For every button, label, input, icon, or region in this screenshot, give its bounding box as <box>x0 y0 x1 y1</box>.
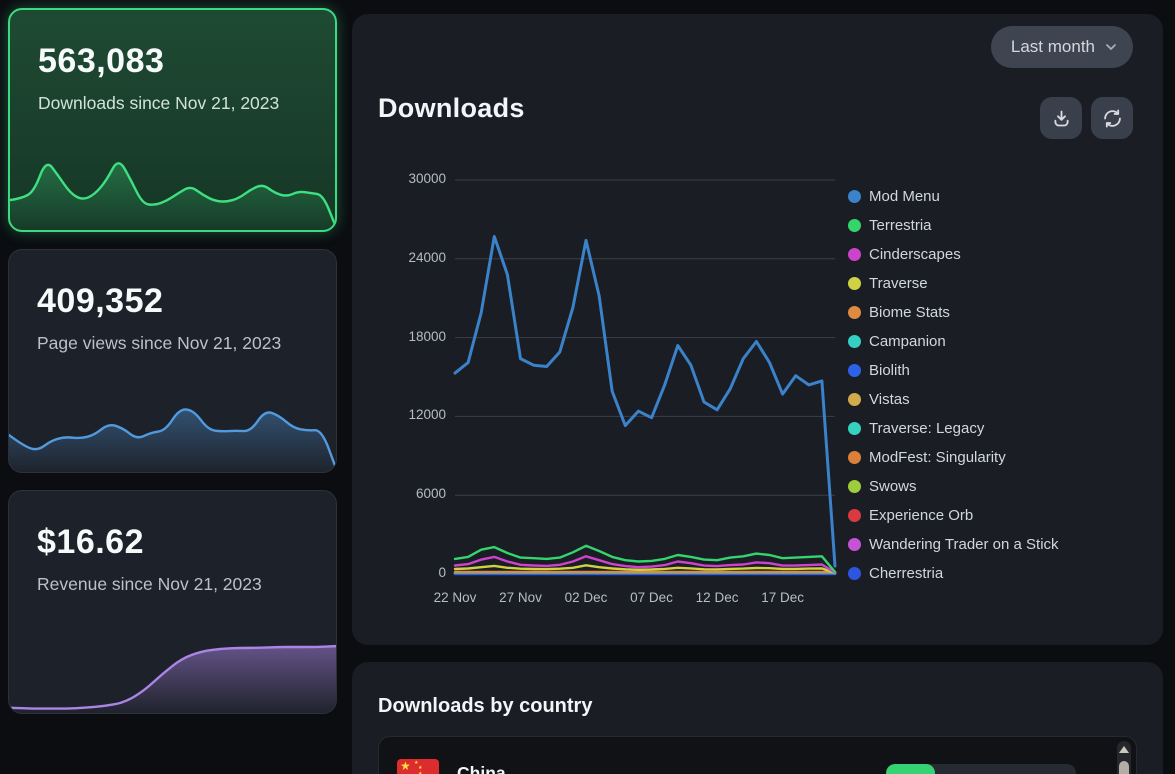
legend-item[interactable]: Experience Orb <box>848 501 1059 530</box>
x-axis-tick-label: 17 Dec <box>761 590 804 605</box>
legend-item[interactable]: Cherrestria <box>848 559 1059 588</box>
legend-color-dot <box>848 393 861 406</box>
downloads-total-label: Downloads since Nov 21, 2023 <box>38 92 288 115</box>
date-range-selector[interactable]: Last month <box>991 26 1133 68</box>
legend-item[interactable]: Mod Menu <box>848 182 1059 211</box>
scrollbar-up-arrow-icon[interactable] <box>1119 746 1129 753</box>
legend-item[interactable]: Traverse <box>848 269 1059 298</box>
legend-label: Biome Stats <box>869 304 950 321</box>
y-axis-tick-label: 30000 <box>378 171 446 186</box>
x-axis-tick-label: 27 Nov <box>499 590 542 605</box>
refresh-icon <box>1102 108 1123 129</box>
legend-color-dot <box>848 190 861 203</box>
date-range-label: Last month <box>1011 37 1095 57</box>
legend-label: Mod Menu <box>869 188 940 205</box>
legend-label: Swows <box>869 478 917 495</box>
x-axis-tick-label: 02 Dec <box>565 590 608 605</box>
downloads-chart: Mod Menu Terrestria Cinderscapes Traverse Bi… <box>378 166 1139 636</box>
legend-item[interactable]: Cinderscapes <box>848 240 1059 269</box>
panel-title-downloads-by-country: Downloads by country <box>378 695 592 718</box>
legend-color-dot <box>848 306 861 319</box>
y-axis-tick-label: 18000 <box>378 329 446 344</box>
legend-item[interactable]: Biolith <box>848 356 1059 385</box>
legend-item[interactable]: Swows <box>848 472 1059 501</box>
page-views-sparkline <box>9 384 336 472</box>
country-downloads-bar <box>886 764 1076 774</box>
y-axis-tick-label: 24000 <box>378 250 446 265</box>
legend-label: Traverse <box>869 275 928 292</box>
legend-color-dot <box>848 364 861 377</box>
y-axis-tick-label: 12000 <box>378 407 446 422</box>
legend-color-dot <box>848 567 861 580</box>
x-axis-tick-label: 22 Nov <box>434 590 477 605</box>
downloads-sparkline <box>10 142 335 230</box>
legend-label: Campanion <box>869 333 946 350</box>
legend-label: ModFest: Singularity <box>869 449 1006 466</box>
stat-cards-column: 563,083 Downloads since Nov 21, 2023 409… <box>8 8 337 731</box>
stat-card-page-views[interactable]: 409,352 Page views since Nov 21, 2023 <box>8 249 337 473</box>
download-icon <box>1051 108 1072 129</box>
legend-item[interactable]: Terrestria <box>848 211 1059 240</box>
legend-item[interactable]: Wandering Trader on a Stick <box>848 530 1059 559</box>
legend-color-dot <box>848 509 861 522</box>
country-row[interactable]: ★★ ★★ ★ China <box>379 737 1136 774</box>
downloads-panel: Last month Downloads <box>352 14 1163 645</box>
country-name: China <box>457 763 506 774</box>
y-axis-tick-label: 0 <box>378 565 446 580</box>
legend-color-dot <box>848 451 861 464</box>
legend-color-dot <box>848 538 861 551</box>
legend-label: Wandering Trader on a Stick <box>869 536 1059 553</box>
export-download-button[interactable] <box>1040 97 1082 139</box>
downloads-by-country-panel: Downloads by country ★★ ★★ ★ China <box>352 662 1163 774</box>
legend-label: Terrestria <box>869 217 932 234</box>
cn-flag-icon: ★★ ★★ ★ <box>397 759 439 774</box>
legend-label: Vistas <box>869 391 910 408</box>
legend-color-dot <box>848 277 861 290</box>
legend-color-dot <box>848 480 861 493</box>
revenue-sparkline <box>9 625 336 713</box>
country-list-scrollbar[interactable] <box>1117 741 1131 774</box>
country-list: ★★ ★★ ★ China <box>378 736 1137 774</box>
stat-card-revenue[interactable]: $16.62 Revenue since Nov 21, 2023 <box>8 490 337 714</box>
legend-label: Cherrestria <box>869 565 943 582</box>
legend-label: Traverse: Legacy <box>869 420 984 437</box>
legend-color-dot <box>848 248 861 261</box>
revenue-total-label: Revenue since Nov 21, 2023 <box>37 573 287 596</box>
legend-color-dot <box>848 422 861 435</box>
x-axis-tick-label: 07 Dec <box>630 590 673 605</box>
legend-item[interactable]: Biome Stats <box>848 298 1059 327</box>
downloads-total: 563,083 <box>38 42 164 81</box>
panel-title-downloads: Downloads <box>378 93 525 124</box>
legend-item[interactable]: Vistas <box>848 385 1059 414</box>
page-views-total-label: Page views since Nov 21, 2023 <box>37 332 287 355</box>
page-views-total: 409,352 <box>37 282 163 321</box>
x-axis-tick-label: 12 Dec <box>696 590 739 605</box>
legend-item[interactable]: ModFest: Singularity <box>848 443 1059 472</box>
stat-card-downloads[interactable]: 563,083 Downloads since Nov 21, 2023 <box>8 8 337 232</box>
legend-label: Cinderscapes <box>869 246 961 263</box>
revenue-total: $16.62 <box>37 523 144 562</box>
legend-label: Experience Orb <box>869 507 973 524</box>
refresh-button[interactable] <box>1091 97 1133 139</box>
y-axis-tick-label: 6000 <box>378 486 446 501</box>
scrollbar-thumb[interactable] <box>1119 761 1129 774</box>
legend-item[interactable]: Campanion <box>848 327 1059 356</box>
analytics-page: 563,083 Downloads since Nov 21, 2023 409… <box>0 0 1175 774</box>
legend-item[interactable]: Traverse: Legacy <box>848 414 1059 443</box>
chart-actions <box>1040 97 1133 139</box>
legend-color-dot <box>848 219 861 232</box>
chart-legend: Mod Menu Terrestria Cinderscapes Traverse Bi… <box>848 182 1059 588</box>
legend-label: Biolith <box>869 362 910 379</box>
chevron-down-icon <box>1103 39 1119 55</box>
legend-color-dot <box>848 335 861 348</box>
country-downloads-bar-fill <box>886 764 935 774</box>
chart-plot-area <box>455 180 835 574</box>
